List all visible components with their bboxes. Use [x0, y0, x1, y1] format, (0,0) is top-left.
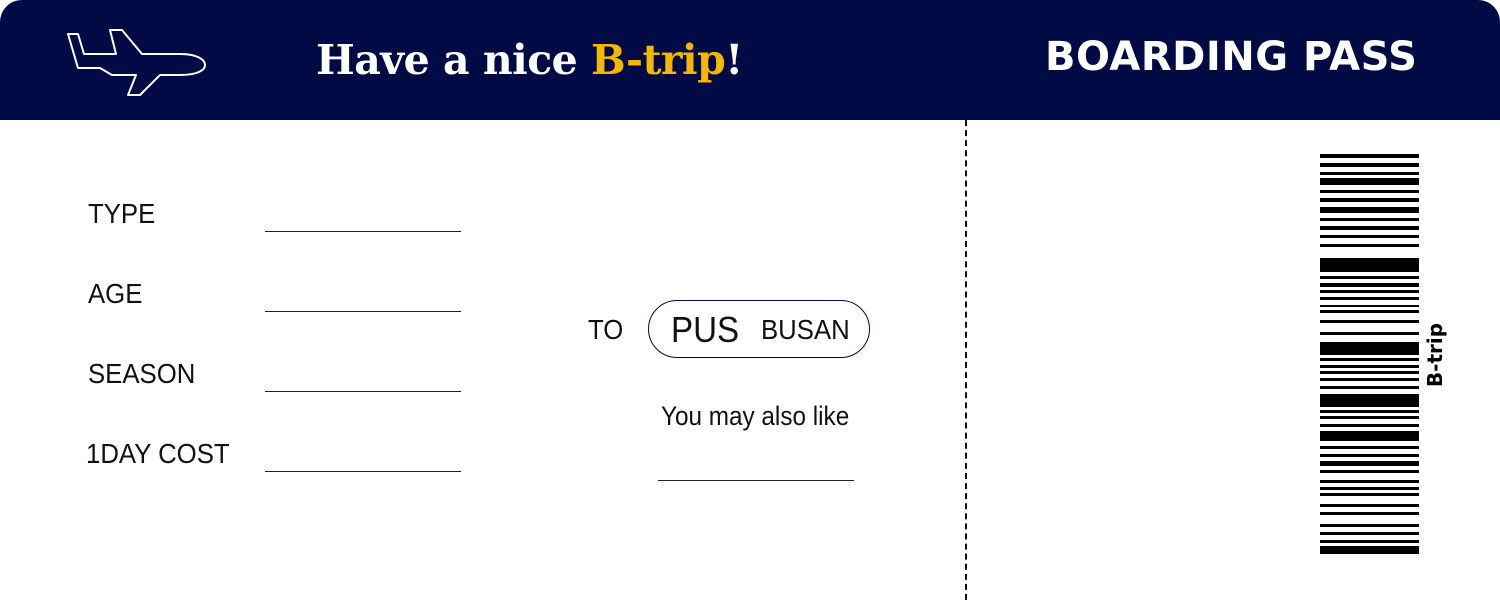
- barcode-stripe: [1320, 532, 1419, 535]
- destination-pill: PUS BUSAN: [648, 300, 870, 358]
- barcode-stripe: [1320, 297, 1419, 300]
- barcode-stripe: [1320, 172, 1419, 175]
- barcode-stripe: [1320, 386, 1419, 389]
- barcode-stripe: [1320, 244, 1419, 247]
- barcode-stripe: [1320, 218, 1419, 221]
- barcode-stripe: [1320, 524, 1419, 527]
- barcode-brand-text: B-trip: [1423, 322, 1448, 388]
- barcode-stripe: [1320, 371, 1419, 374]
- barcode-stripe: [1320, 332, 1419, 335]
- boarding-pass-title: BOARDING PASS: [1045, 34, 1418, 80]
- barcode-stripe: [1320, 461, 1419, 466]
- barcode-stripe: [1320, 198, 1419, 202]
- barcode-stripe: [1320, 226, 1419, 230]
- age-blank-line: [265, 311, 461, 312]
- barcode-stripe: [1320, 358, 1419, 361]
- barcode-stripe: [1320, 504, 1419, 507]
- barcode-stripe: [1320, 235, 1419, 238]
- header-bar: Have a nice B-trip! BOARDING PASS: [0, 0, 1500, 120]
- headline-prefix: Have a nice: [316, 36, 592, 84]
- barcode-stripe: [1320, 305, 1419, 307]
- barcode-stripe: [1320, 276, 1419, 279]
- barcode-stripe: [1320, 446, 1419, 449]
- barcode-stripe: [1320, 378, 1419, 381]
- barcode-stripe: [1320, 310, 1419, 313]
- barcode-stripe: [1320, 154, 1419, 158]
- barcode-stripe: [1320, 258, 1419, 272]
- barcode-stripe: [1320, 207, 1419, 213]
- barcode-stripe: [1320, 290, 1419, 293]
- barcode-stripe: [1320, 178, 1419, 185]
- field-label-age: AGE: [88, 278, 143, 309]
- barcode-stripe: [1320, 512, 1419, 515]
- barcode-stripe: [1320, 342, 1419, 355]
- headline-brand: B-trip: [591, 36, 726, 84]
- barcode-stripe: [1320, 416, 1419, 419]
- season-blank-line: [265, 391, 461, 392]
- headline: Have a nice B-trip!: [316, 30, 743, 90]
- recommendation-label: You may also like: [661, 401, 850, 431]
- field-label-1day-cost: 1DAY COST: [86, 438, 230, 469]
- barcode-icon: [1320, 154, 1420, 554]
- barcode-stripe: [1320, 546, 1419, 554]
- destination-city: BUSAN: [761, 314, 850, 345]
- airplane-icon: [67, 29, 206, 96]
- type-blank-line: [265, 231, 461, 232]
- barcode-stripe: [1320, 283, 1419, 287]
- barcode-stripe: [1320, 470, 1419, 473]
- barcode-stripe: [1320, 454, 1419, 457]
- barcode-stripe: [1320, 365, 1419, 368]
- field-label-season: SEASON: [88, 358, 196, 389]
- to-label: TO: [588, 314, 624, 345]
- barcode-stripe: [1320, 410, 1419, 413]
- barcode-stripe: [1320, 487, 1419, 490]
- barcode-stripe: [1320, 394, 1419, 407]
- field-label-type: TYPE: [88, 198, 156, 229]
- perforation-line: [965, 120, 967, 600]
- recommendation-blank-line: [658, 480, 854, 481]
- barcode-stripe: [1320, 480, 1419, 483]
- barcode-stripe: [1320, 163, 1419, 167]
- barcode-stripe: [1320, 540, 1419, 543]
- headline-suffix: !: [725, 36, 743, 84]
- barcode-stripe: [1320, 424, 1419, 427]
- barcode-stripe: [1320, 493, 1419, 496]
- barcode-stripe: [1320, 431, 1419, 441]
- barcode-stripe: [1320, 320, 1419, 323]
- destination-code: PUS: [671, 309, 740, 350]
- barcode-stripe: [1320, 190, 1419, 193]
- barcode-brand: B-trip: [1420, 323, 1450, 387]
- cost-blank-line: [265, 471, 461, 472]
